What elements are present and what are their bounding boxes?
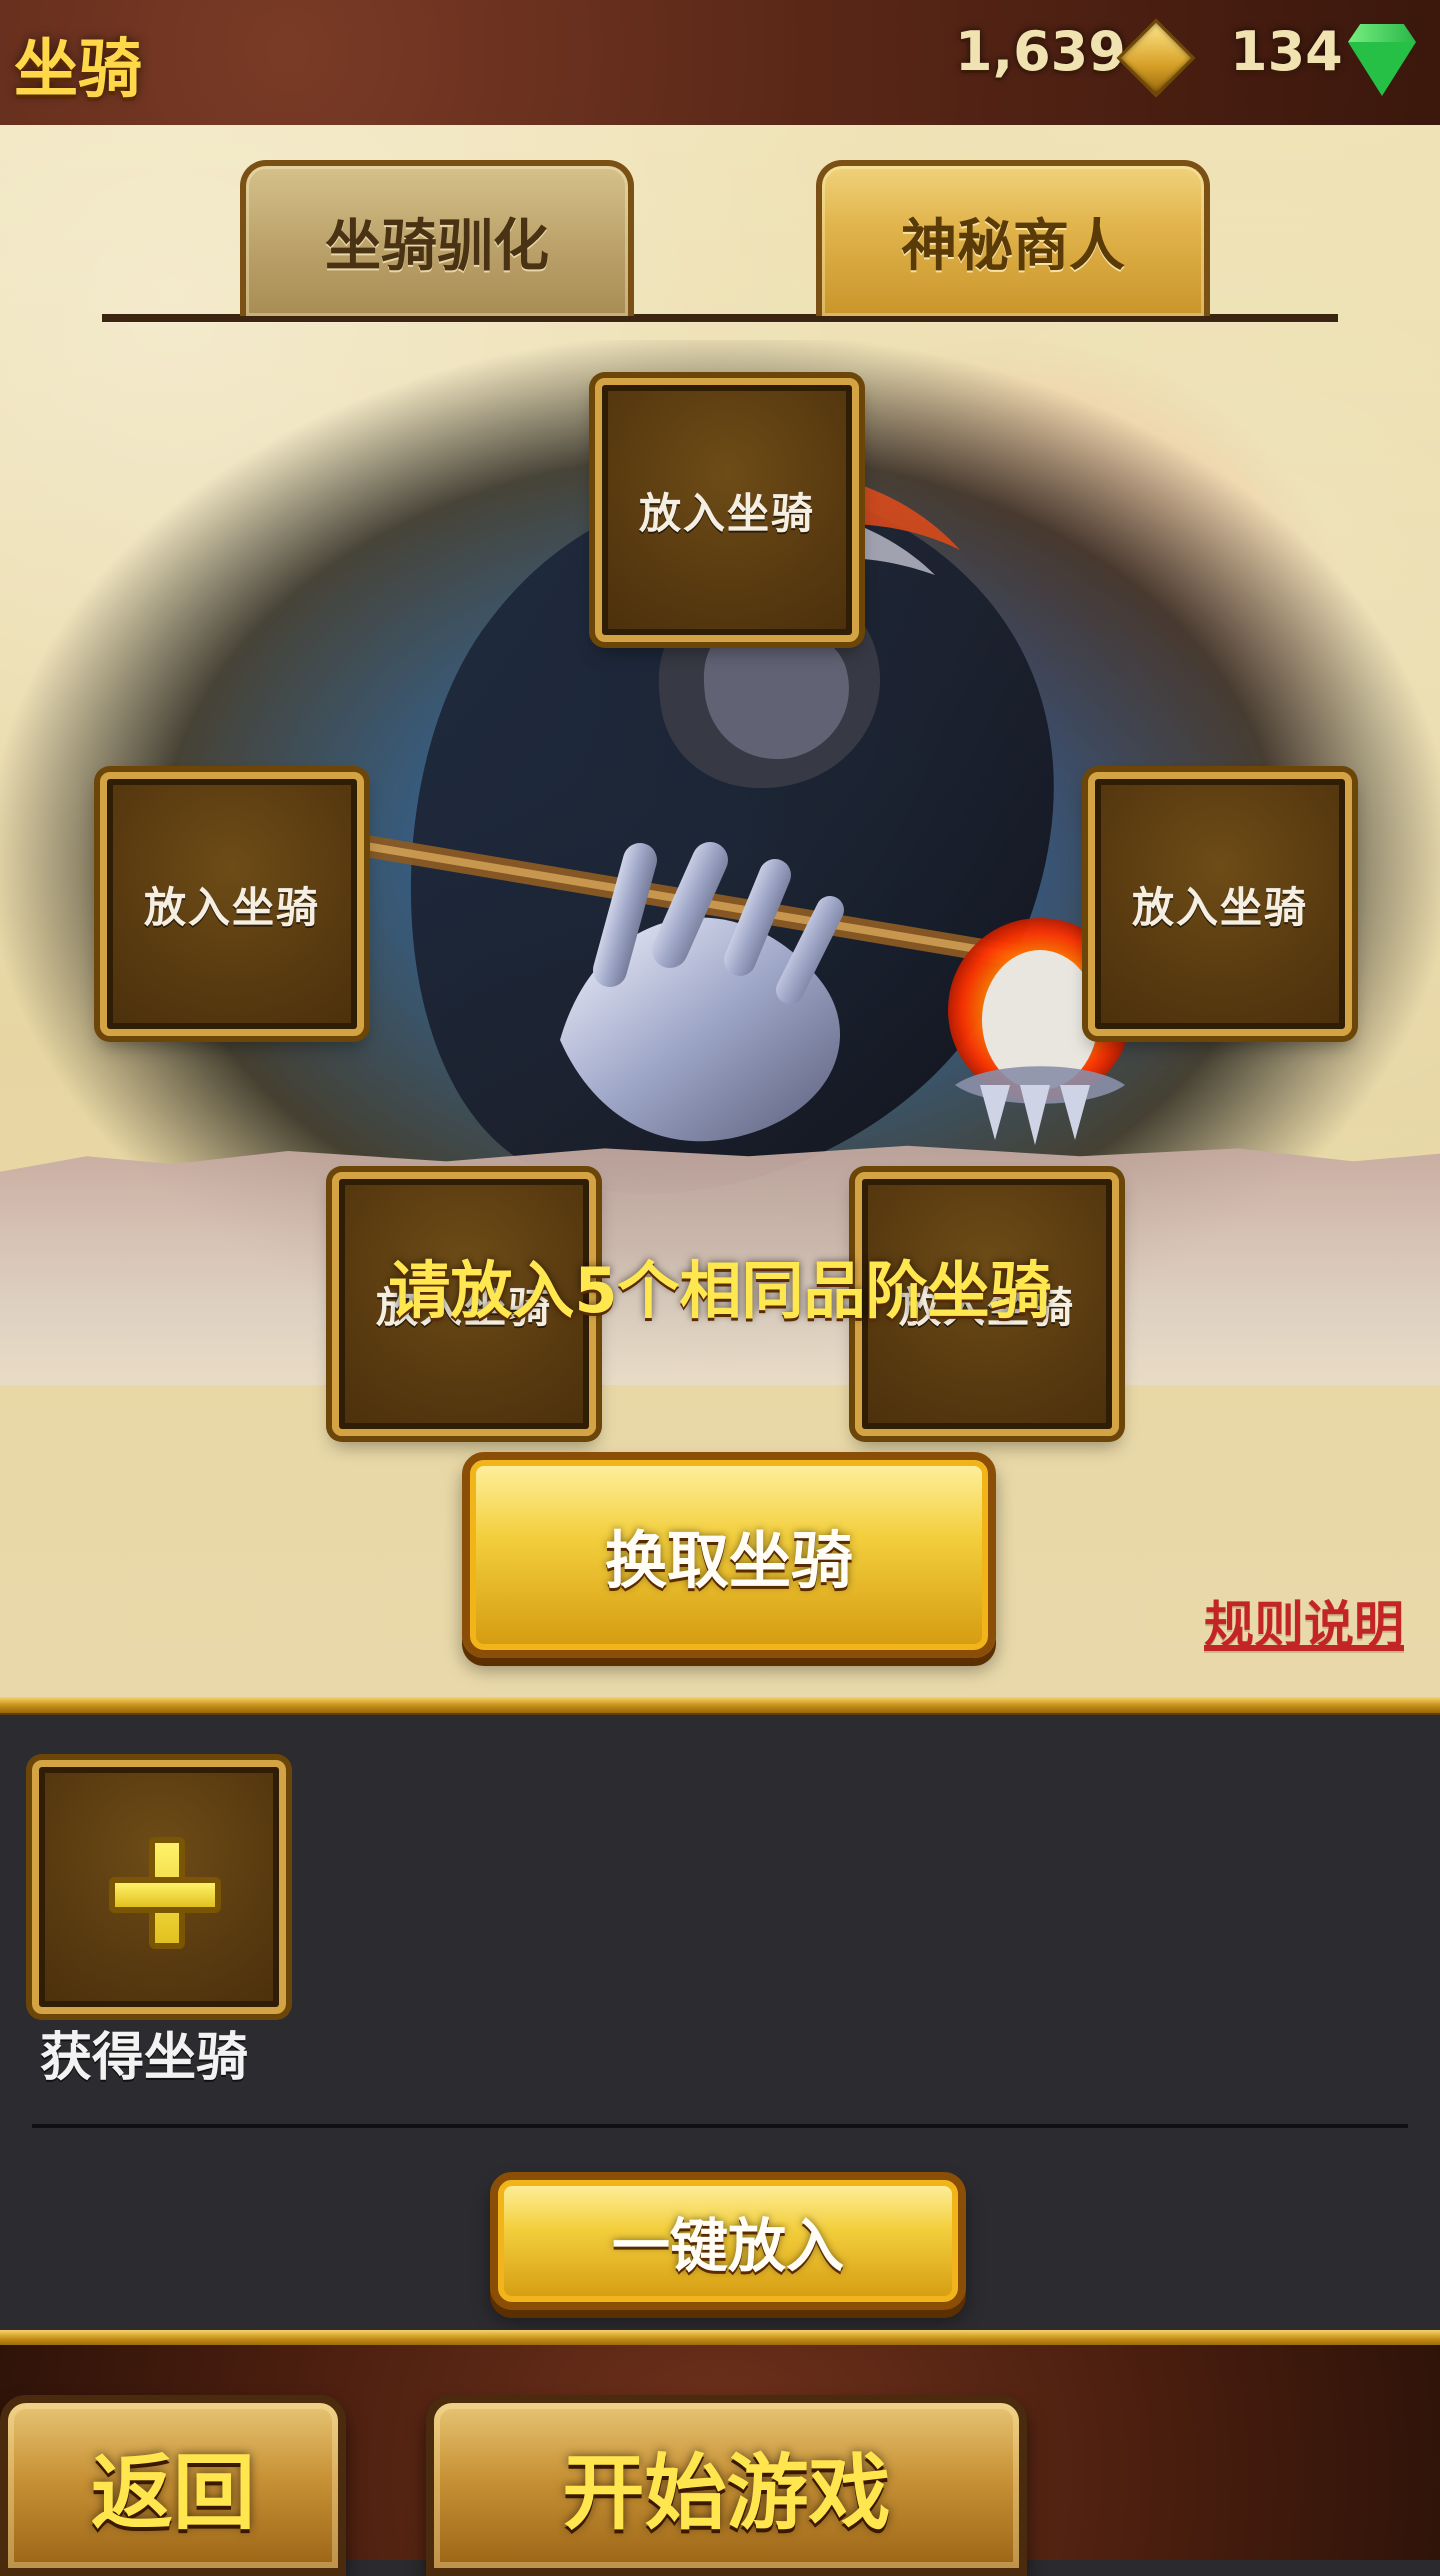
mount-slot-label: 放入坐骑 <box>638 488 815 538</box>
tab-mysterious-merchant[interactable]: 神秘商人 <box>816 160 1210 316</box>
mount-slot-label: 放入坐骑 <box>143 882 320 932</box>
start-game-button[interactable]: 开始游戏 <box>426 2395 1027 2576</box>
mount-slot-top[interactable]: 放入坐骑 <box>595 378 859 642</box>
plus-icon <box>109 1837 221 1949</box>
green-gem-icon <box>1348 24 1416 96</box>
top-header-bar <box>0 0 1440 133</box>
instruction-text: 请放入5个相同品阶坐骑 <box>388 1254 1052 1327</box>
tab-mount-taming[interactable]: 坐骑驯化 <box>240 160 634 316</box>
panel-top-border <box>0 1697 1440 1715</box>
mount-slot-right[interactable]: 放入坐骑 <box>1088 772 1352 1036</box>
get-mount-label: 获得坐骑 <box>40 2028 249 2088</box>
rules-link[interactable]: 规则说明 <box>1204 1585 1404 1657</box>
start-game-button-label: 开始游戏 <box>562 2446 891 2541</box>
panel-divider <box>32 2124 1408 2128</box>
gold-amount: 1,639 <box>955 20 1126 83</box>
exchange-mount-button[interactable]: 换取坐骑 <box>462 1452 996 1658</box>
get-mount-slot[interactable] <box>32 1760 286 2014</box>
exchange-mount-button-label: 换取坐骑 <box>604 1524 853 1597</box>
one-click-fill-button[interactable]: 一键放入 <box>490 2172 966 2310</box>
back-button-label: 返回 <box>90 2446 255 2541</box>
mount-slot-left[interactable]: 放入坐骑 <box>100 772 364 1036</box>
mount-slot-label: 放入坐骑 <box>1131 882 1308 932</box>
page-title: 坐骑 <box>14 33 142 107</box>
gem-amount: 134 <box>1230 20 1343 83</box>
back-button[interactable]: 返回 <box>0 2395 346 2576</box>
one-click-fill-button-label: 一键放入 <box>611 2212 844 2280</box>
